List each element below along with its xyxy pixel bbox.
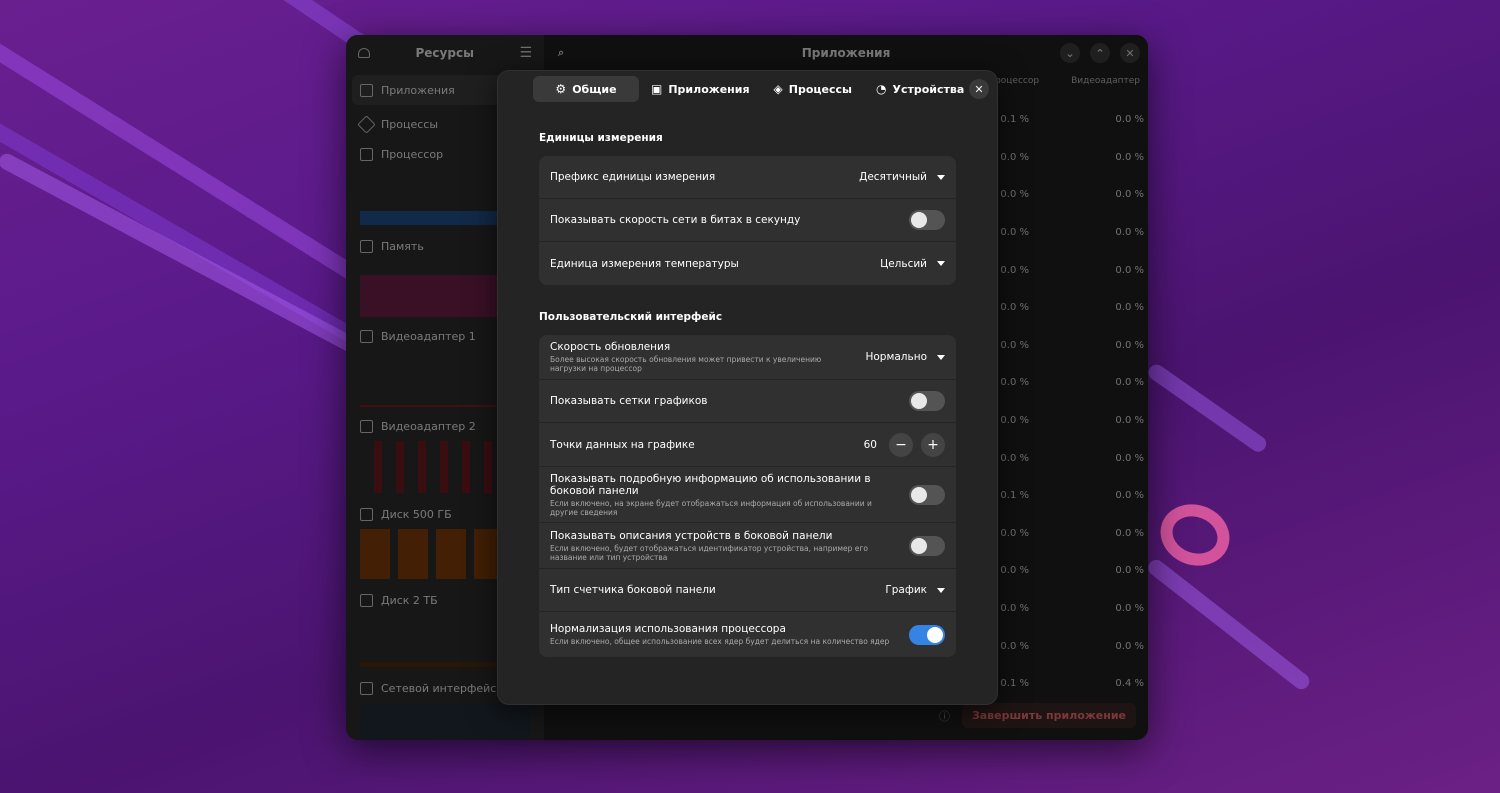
desc-label: Показывать описания устройств в боковой … — [550, 529, 833, 542]
points-row: Точки данных на графике 60 − + — [539, 423, 956, 467]
temp-label: Единица измерения температуры — [550, 257, 739, 270]
caret-down-icon — [937, 354, 945, 360]
meter-dropdown[interactable]: График — [885, 584, 945, 596]
refresh-value: Нормально — [865, 351, 927, 363]
detail-subtitle: Если включено, на экране будет отображат… — [550, 498, 872, 517]
points-spinner: 60 − + — [864, 432, 945, 457]
refresh-label: Скорость обновления — [550, 341, 671, 353]
desc-row: Показывать описания устройств в боковой … — [539, 523, 956, 569]
caret-down-icon — [937, 261, 945, 266]
ui-section-title: Пользовательский интерфейс — [539, 311, 723, 323]
prefix-row: Префикс единицы измерения Десятичный — [539, 156, 956, 199]
ring-decoration — [1151, 494, 1239, 576]
units-group: Префикс единицы измерения Десятичный Пок… — [539, 156, 956, 285]
tab-label: Общие — [572, 82, 617, 96]
plus-button[interactable]: + — [921, 432, 945, 457]
grid-row: Показывать сетки графиков — [539, 380, 956, 423]
prefix-dropdown[interactable]: Десятичный — [859, 171, 945, 183]
grid-label: Показывать сетки графиков — [550, 395, 708, 407]
gauge-icon: ◔ — [876, 82, 887, 96]
normalize-toggle[interactable] — [909, 624, 945, 645]
normalize-subtitle: Если включено, общее использование всех … — [550, 637, 890, 646]
window-icon: ▣ — [651, 82, 663, 96]
minus-button[interactable]: − — [889, 432, 913, 457]
grid-toggle[interactable] — [909, 391, 945, 411]
detail-label: Показывать подробную информацию об испол… — [550, 472, 871, 497]
temp-dropdown[interactable]: Цельсий — [880, 258, 945, 270]
close-dialog-button[interactable]: ✕ — [969, 79, 989, 99]
temp-row: Единица измерения температуры Цельсий — [539, 242, 956, 285]
tab-apps[interactable]: ▣ Приложения — [639, 76, 762, 102]
meter-label: Тип счетчика боковой панели — [550, 584, 716, 596]
tab-devices[interactable]: ◔ Устройства — [864, 76, 976, 102]
prefix-value: Десятичный — [859, 171, 927, 183]
tab-processes[interactable]: ◈ Процессы — [762, 76, 864, 102]
tab-label: Приложения — [668, 82, 750, 96]
desc-toggle[interactable] — [909, 535, 945, 556]
caret-down-icon — [937, 174, 945, 180]
refresh-row: Скорость обновления Более высокая скорост… — [539, 335, 956, 380]
normalize-label: Нормализация использования процессора — [550, 623, 786, 635]
tab-label: Устройства — [892, 82, 965, 96]
desc-subtitle: Если включено, будет отображаться иденти… — [550, 543, 868, 562]
meter-value: График — [885, 584, 927, 596]
caret-down-icon — [937, 587, 945, 593]
bits-label: Показывать скорость сети в битах в секун… — [550, 214, 801, 226]
prefix-label: Префикс единицы измерения — [550, 171, 716, 183]
tab-label: Процессы — [788, 82, 853, 96]
refresh-dropdown[interactable]: Нормально — [865, 351, 945, 363]
meter-row: Тип счетчика боковой панели График — [539, 569, 956, 612]
processes-icon: ◈ — [773, 82, 783, 96]
refresh-subtitle: Более высокая скорость обновления может … — [550, 355, 822, 373]
detail-row: Показывать подробную информацию об испол… — [539, 467, 956, 523]
temp-value: Цельсий — [880, 257, 927, 270]
gear-icon: ⚙ — [555, 82, 567, 96]
bits-toggle[interactable] — [909, 210, 945, 230]
points-label: Точки данных на графике — [550, 438, 695, 451]
bits-row: Показывать скорость сети в битах в секун… — [539, 199, 956, 242]
tab-general[interactable]: ⚙ Общие — [533, 76, 639, 102]
units-section-title: Единицы измерения — [539, 132, 663, 144]
normalize-row: Нормализация использования процессора Есл… — [539, 612, 956, 657]
preferences-dialog: ⚙ Общие ▣ Приложения ◈ Процессы ◔ Устройства… — [497, 70, 998, 705]
detail-toggle[interactable] — [909, 484, 945, 505]
ui-group: Скорость обновления Более высокая скорост… — [539, 335, 956, 657]
tab-bar: ⚙ Общие ▣ Приложения ◈ Процессы ◔ Устройства — [533, 76, 976, 102]
points-value[interactable]: 60 — [864, 439, 877, 451]
